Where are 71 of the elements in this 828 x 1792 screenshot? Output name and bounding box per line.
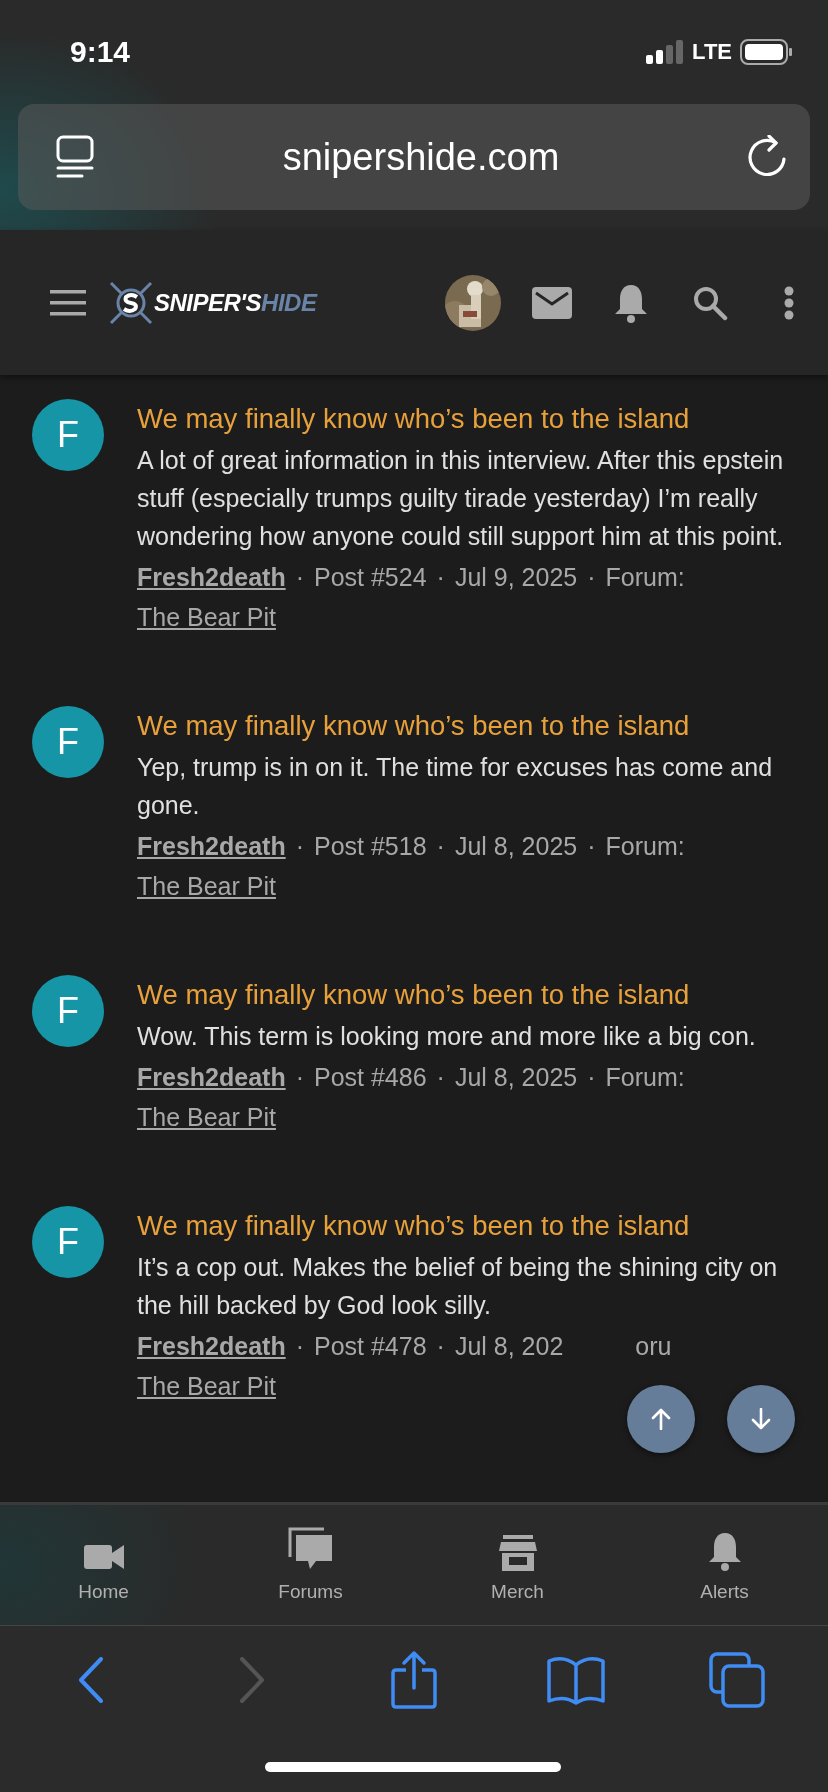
- post-excerpt: A lot of great information in this interview. After this epstein stuff (especially trumps guilty tirade yesterday) I’m really wondering how anyone could still support him at this point.: [137, 445, 785, 552]
- battery-icon: [740, 39, 792, 65]
- thread-title[interactable]: We may finally know who’s been to the island: [137, 706, 798, 746]
- post-excerpt: Yep, trump is in on it. The time for excuses has come and gone.: [137, 752, 774, 821]
- thread-title[interactable]: We may finally know who’s been to the island: [137, 399, 798, 439]
- forum-link[interactable]: The Bear Pit: [137, 872, 276, 900]
- reload-icon[interactable]: [748, 135, 788, 179]
- separator: ·: [436, 831, 445, 862]
- mail-icon[interactable]: [531, 286, 572, 319]
- forum-link[interactable]: The Bear Pit: [137, 1372, 276, 1400]
- nav-tab[interactable]: Forums: [207, 1505, 414, 1625]
- status-time: 9:14: [70, 35, 131, 69]
- author-link[interactable]: Fresh2death: [137, 1057, 286, 1097]
- post-meta: Jul 8, 2025: [454, 831, 578, 862]
- share-icon[interactable]: [390, 1650, 438, 1710]
- nav-tab[interactable]: Merch: [414, 1505, 621, 1625]
- separator: ·: [587, 1062, 596, 1093]
- logo-icon[interactable]: [108, 279, 154, 326]
- post-meta: Jul 8, 202: [454, 1331, 564, 1362]
- post-meta: Post #518: [314, 831, 427, 862]
- thread-title[interactable]: We may finally know who’s been to the island: [137, 975, 798, 1015]
- separator: ·: [436, 1331, 445, 1362]
- address-bar[interactable]: snipershide.com: [18, 104, 810, 210]
- arrow-up-icon: [651, 1408, 671, 1430]
- book-icon[interactable]: [545, 1655, 606, 1705]
- separator: ·: [587, 562, 596, 593]
- avatar[interactable]: F: [32, 1206, 104, 1278]
- author-link[interactable]: Fresh2death: [137, 826, 286, 866]
- search-icon[interactable]: [691, 284, 728, 321]
- back-icon[interactable]: [77, 1657, 104, 1703]
- post-meta: Post #486: [314, 1062, 427, 1093]
- post-meta: Jul 9, 2025: [454, 562, 578, 593]
- post-excerpt: It’s a cop out. Makes the belief of being the shining city on the hill backed by God look silly.: [137, 1252, 779, 1321]
- post-meta: Forum:: [605, 831, 685, 862]
- chat-icon: [287, 1527, 334, 1571]
- author-link[interactable]: Fresh2death: [137, 1326, 286, 1366]
- post-meta: Post #524: [314, 562, 427, 593]
- separator: ·: [295, 562, 304, 593]
- menu-icon[interactable]: [50, 289, 86, 316]
- separator: ·: [295, 1062, 304, 1093]
- nav-tab[interactable]: Home: [0, 1505, 207, 1625]
- arrow-down-icon: [751, 1408, 771, 1430]
- video-camera-icon: [83, 1543, 124, 1571]
- store-icon: [498, 1535, 537, 1571]
- author-link[interactable]: Fresh2death: [137, 557, 286, 597]
- separator: ·: [295, 831, 304, 862]
- nav-tab[interactable]: Alerts: [621, 1505, 828, 1625]
- thread-title[interactable]: We may finally know who’s been to the island: [137, 1206, 798, 1246]
- forum-link[interactable]: The Bear Pit: [137, 603, 276, 631]
- more-icon[interactable]: [783, 285, 794, 320]
- post-meta: Forum:: [605, 562, 685, 593]
- avatar[interactable]: F: [32, 975, 104, 1047]
- reader-icon[interactable]: [56, 135, 94, 179]
- post-meta: Forum:: [605, 1062, 685, 1093]
- avatar[interactable]: F: [32, 706, 104, 778]
- separator: ·: [587, 831, 596, 862]
- forum-link[interactable]: The Bear Pit: [137, 1103, 276, 1131]
- separator: ·: [295, 1331, 304, 1362]
- network-label: LTE: [692, 39, 732, 65]
- separator: ·: [436, 562, 445, 593]
- logo-text[interactable]: SNIPER'S: [154, 288, 262, 317]
- avatar[interactable]: F: [32, 399, 104, 471]
- post-meta: Post #478: [314, 1331, 427, 1362]
- tabs-icon[interactable]: [709, 1652, 766, 1708]
- signal-icon: [646, 40, 685, 64]
- logo-text[interactable]: HIDE: [261, 288, 317, 317]
- post-excerpt: Wow. This term is looking more and more like a big con.: [137, 1021, 757, 1052]
- separator: ·: [436, 1062, 445, 1093]
- post-meta: Jul 8, 2025: [454, 1062, 578, 1093]
- post-meta: oru: [635, 1331, 672, 1362]
- url-text: snipershide.com: [282, 135, 560, 179]
